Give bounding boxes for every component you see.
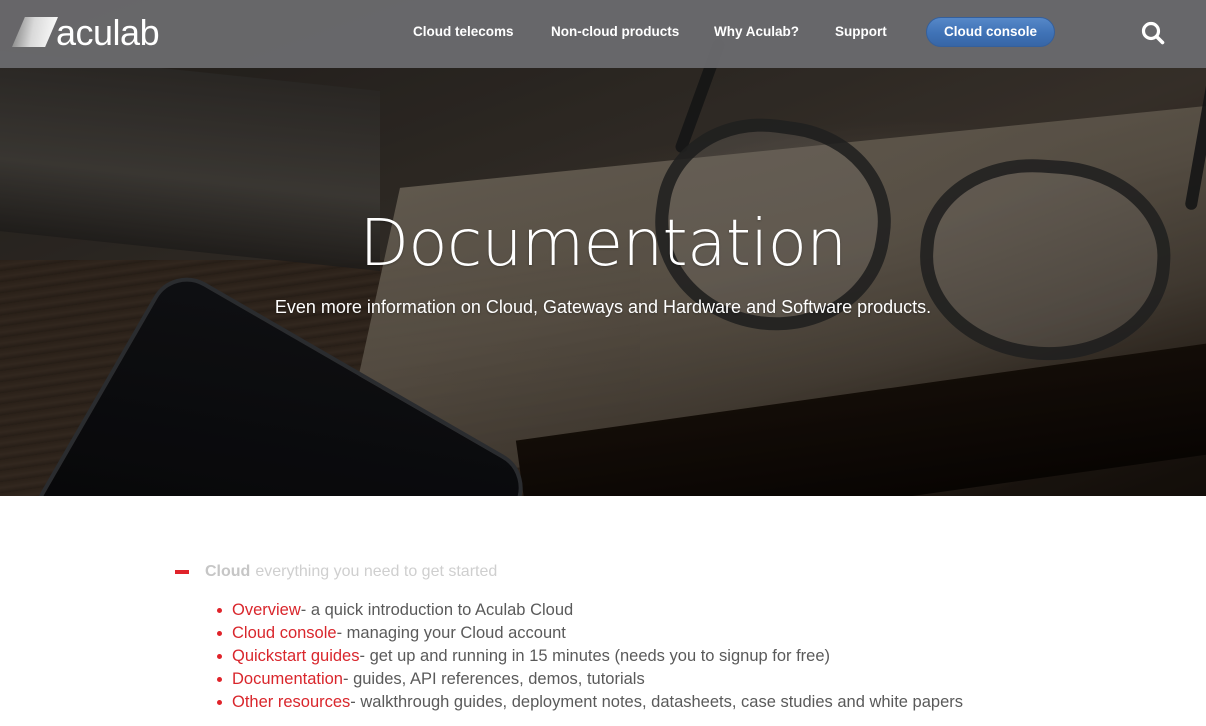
link-overview[interactable]: Overview: [232, 599, 301, 622]
nav-non-cloud-products[interactable]: Non-cloud products: [551, 23, 679, 41]
page-title: Documentation: [359, 207, 847, 281]
list-item-desc: - get up and running in 15 minutes (need…: [359, 647, 831, 665]
hero-banner: Documentation Even more information on C…: [0, 0, 1206, 496]
nav-support[interactable]: Support: [835, 23, 887, 41]
cloud-section-header[interactable]: Cloud everything you need to get started: [175, 561, 497, 583]
logo-mark-icon: [12, 17, 58, 47]
cloud-console-button[interactable]: Cloud console: [926, 17, 1055, 47]
bullet-icon: [217, 631, 222, 636]
list-item-desc: - walkthrough guides, deployment notes, …: [350, 693, 964, 711]
list-item: Quickstart guides - get up and running i…: [217, 645, 963, 668]
list-item-desc: - guides, API references, demos, tutoria…: [342, 670, 645, 688]
bullet-icon: [217, 608, 222, 613]
section-title[interactable]: Cloud: [205, 563, 250, 581]
search-icon[interactable]: [1140, 20, 1166, 46]
list-item: Documentation - guides, API references, …: [217, 668, 963, 691]
nav-cloud-telecoms[interactable]: Cloud telecoms: [413, 23, 514, 41]
site-header: aculab Cloud telecoms Non-cloud products…: [0, 0, 1206, 68]
bullet-icon: [217, 677, 222, 682]
link-other-resources[interactable]: Other resources: [232, 691, 350, 714]
list-item: Overview - a quick introduction to Acula…: [217, 599, 963, 622]
list-item-desc: - managing your Cloud account: [336, 624, 566, 642]
bullet-icon: [217, 700, 222, 705]
bullet-icon: [217, 654, 222, 659]
cloud-links-list: Overview - a quick introduction to Acula…: [217, 599, 963, 714]
section-description: everything you need to get started: [255, 563, 498, 580]
link-cloud-console[interactable]: Cloud console: [232, 622, 337, 645]
list-item-desc: - a quick introduction to Aculab Cloud: [300, 601, 574, 619]
page-subtitle: Even more information on Cloud, Gateways…: [274, 297, 932, 317]
logo[interactable]: aculab: [12, 12, 160, 53]
list-item: Cloud console - managing your Cloud acco…: [217, 622, 963, 645]
minus-icon[interactable]: [175, 570, 189, 574]
list-item: Other resources - walkthrough guides, de…: [217, 691, 963, 714]
link-quickstart-guides[interactable]: Quickstart guides: [232, 645, 359, 668]
logo-text: aculab: [56, 12, 160, 53]
link-documentation[interactable]: Documentation: [232, 668, 343, 691]
nav-why-aculab[interactable]: Why Aculab?: [714, 23, 799, 41]
